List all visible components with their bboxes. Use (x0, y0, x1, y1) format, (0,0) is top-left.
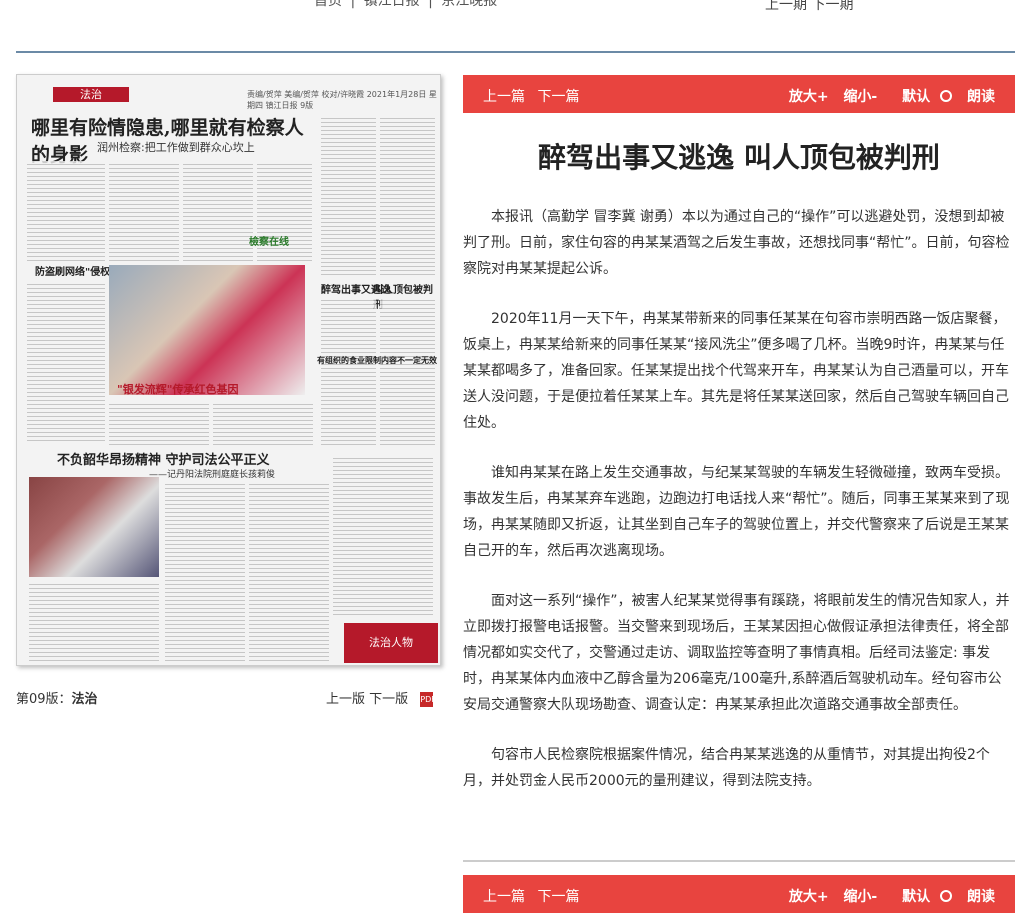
text-column (333, 455, 433, 615)
thumb-headline-2[interactable]: 不负韶华昂扬精神 守护司法公平正义 (57, 449, 270, 468)
home-link[interactable]: 首页 (314, 0, 342, 9)
text-column (321, 297, 376, 447)
header-rule (16, 51, 1015, 53)
text-column (109, 161, 179, 261)
article-paragraph: 2020年11月一天下午，冉某某带新来的同事任某某在句容市崇明西路一饭店聚餐，饭… (463, 311, 1009, 431)
read-aloud-button[interactable]: 朗读 (967, 889, 995, 905)
default-size-button[interactable]: 默认 (892, 889, 953, 905)
newspaper-page-thumbnail[interactable]: 法治 责编/贺萍 美编/贺萍 校对/许晓霞 2021年1月28日 星期四 镇江日… (16, 74, 441, 666)
text-column (380, 115, 435, 275)
page-caption: 第09版：法治 (16, 688, 98, 707)
article-paragraph: 谁知冉某某在路上发生交通事故，与纪某某驾驶的车辆发生轻微碰撞，致两车受损。事故发… (463, 465, 1010, 559)
article-paragraph: 本报讯（高勤学 冒李冀 谢勇）本以为通过自己的“操作”可以逃避处罚，没想到却被判… (463, 209, 1010, 277)
zoom-out-button[interactable]: 缩小- (843, 889, 877, 905)
next-page-link[interactable]: 下一版 (369, 692, 408, 707)
text-column (183, 161, 253, 261)
masthead: 责编/贺萍 美编/贺萍 校对/许晓霞 2021年1月28日 星期四 镇江日报 9… (247, 90, 437, 110)
text-column (213, 401, 313, 445)
article-title: 醉驾出事又逃逸 叫人顶包被判刑 (538, 141, 940, 174)
thumb-side-head[interactable]: 防盗刷网络"侵权" (35, 263, 115, 278)
article-toolbar: 上一篇 下一篇 放大+ 缩小- 默认 朗读 (463, 75, 1015, 113)
text-column (27, 161, 105, 261)
page-caption-name: 法治 (71, 692, 98, 707)
prev-article-button[interactable]: 上一篇 (483, 89, 525, 105)
site-links: 首页 | 镇江日报 | 京江晚报 (312, 0, 499, 10)
article-paragraph: 面对这一系列“操作”，被害人纪某某觉得事有蹊跷，将眼前发生的情况告知家人，并立即… (463, 593, 1010, 713)
nav-sep: | (428, 0, 433, 9)
photo-caption: "银发流辉"传承红色基因 (117, 383, 239, 396)
section-tag: 法治 (53, 87, 129, 102)
prev-article-button[interactable]: 上一篇 (483, 889, 525, 905)
thumb-corner-logo: 法治人物 (344, 623, 438, 663)
top-nav: 首页 | 镇江日报 | 京江晚报 上一期 下一期 (0, 0, 1033, 14)
zhenjiang-daily-link[interactable]: 镇江日报 (364, 0, 420, 9)
jingjiang-evening-link[interactable]: 京江晚报 (441, 0, 497, 9)
article-paragraph: 句容市人民检察院根据案件情况，结合冉某某逃逸的从重情节，对其提出拘役2个月，并处… (463, 747, 990, 789)
text-column (321, 115, 376, 275)
pdf-icon[interactable]: PDF (420, 692, 436, 707)
issue-pager[interactable]: 上一期 下一期 (765, 0, 853, 14)
text-column (380, 297, 435, 447)
next-article-button[interactable]: 下一篇 (537, 89, 579, 105)
thumb-subhead: 润州检察:把工作做到群众心坎上 (97, 141, 255, 154)
radio-circle-icon (940, 890, 953, 902)
thumb-logo: 檢察在线 (249, 237, 289, 248)
thumb-subhead-2: ——记丹阳法院刑庭庭长孩莉俊 (149, 470, 276, 480)
article-divider (463, 860, 1015, 862)
thumb-side-head[interactable]: 有组织的食业限制内容不一定无效 (317, 355, 437, 366)
thumb-photo-2[interactable] (29, 477, 159, 577)
page-nav: 上一版 下一版 PDF (326, 688, 436, 707)
text-column (29, 581, 159, 661)
radio-circle-icon (940, 90, 953, 102)
zoom-in-button[interactable]: 放大+ (789, 889, 829, 905)
page-caption-prefix: 第09版： (16, 692, 72, 707)
read-aloud-button[interactable]: 朗读 (967, 89, 995, 105)
text-column (249, 481, 329, 661)
prev-page-link[interactable]: 上一版 (326, 692, 365, 707)
article-body: 本报讯（高勤学 冒李冀 谢勇）本以为通过自己的“操作”可以逃避处罚，没想到却被判… (463, 204, 1015, 818)
default-size-button[interactable]: 默认 (892, 89, 953, 105)
thumb-photo[interactable] (109, 265, 305, 395)
next-article-button[interactable]: 下一篇 (537, 889, 579, 905)
text-column (109, 401, 209, 445)
zoom-in-button[interactable]: 放大+ (789, 89, 829, 105)
nav-sep: | (350, 0, 356, 9)
text-column (165, 481, 245, 661)
text-column (27, 281, 105, 441)
zoom-out-button[interactable]: 缩小- (843, 89, 877, 105)
default-size-label: 默认 (902, 889, 931, 905)
default-size-label: 默认 (902, 89, 931, 105)
article-toolbar-bottom: 上一篇 下一篇 放大+ 缩小- 默认 朗读 (463, 875, 1015, 913)
